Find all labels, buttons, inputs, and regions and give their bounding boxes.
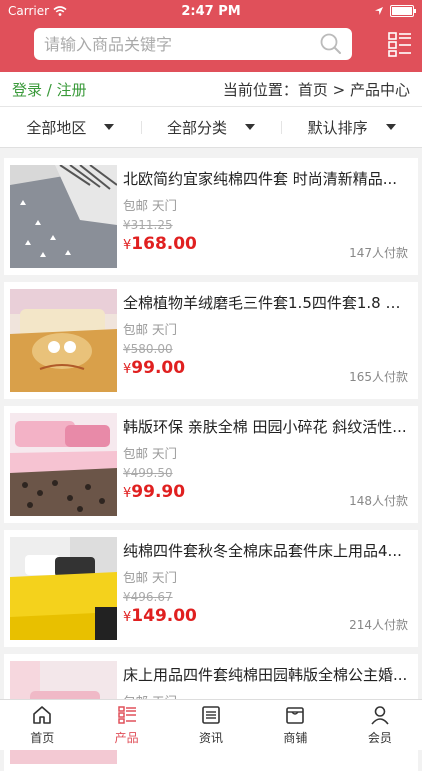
product-title: 床上用品四件套纯棉田园韩版全棉公主婚... xyxy=(123,666,408,684)
tab-products[interactable]: 产品 xyxy=(84,700,168,750)
tab-label: 商铺 xyxy=(283,731,308,745)
battery-icon xyxy=(390,5,416,17)
menu-icon[interactable] xyxy=(388,30,412,58)
product-image xyxy=(10,289,117,392)
carrier-label: Carrier xyxy=(8,4,50,18)
sold-count: 148人付款 xyxy=(349,494,408,508)
tab-label: 产品 xyxy=(114,731,139,745)
product-title: 全棉植物羊绒磨毛三件套1.5四件套1.8 2.0 xyxy=(123,294,408,312)
filter-category[interactable]: 全部分类 xyxy=(140,117,282,138)
tab-news[interactable]: 资讯 xyxy=(169,700,253,750)
price-value: 168.00 xyxy=(131,234,197,254)
current-price: ¥99.90 xyxy=(123,482,185,502)
breadcrumb: 当前位置：首页 > 产品中心 xyxy=(222,80,410,99)
tab-shop[interactable]: 商铺 xyxy=(253,700,337,750)
product-image xyxy=(10,165,117,268)
current-price: ¥149.00 xyxy=(123,606,197,626)
caret-down-icon xyxy=(104,124,115,130)
location-arrow-icon xyxy=(375,7,383,15)
current-price: ¥99.00 xyxy=(123,358,185,378)
current-price: ¥168.00 xyxy=(123,234,197,254)
tab-label: 会员 xyxy=(367,731,392,745)
product-tags: 包邮 天门 xyxy=(123,322,177,337)
filter-sort[interactable]: 默认排序 xyxy=(281,117,422,138)
product-tags: 包邮 天门 xyxy=(123,198,177,213)
product-title: 北欧简约宜家纯棉四件套 时尚清新精品... xyxy=(123,170,398,188)
original-price: ¥496.67 xyxy=(123,590,173,604)
tab-label: 首页 xyxy=(30,731,55,745)
caret-down-icon xyxy=(245,124,256,130)
product-card[interactable]: 全棉植物羊绒磨毛三件套1.5四件套1.8 2.0 包邮 天门 ¥580.00 ¥… xyxy=(4,282,418,399)
product-card[interactable]: 韩版环保 亲肤全棉 田园小碎花 斜纹活性... 包邮 天门 ¥499.50 ¥9… xyxy=(4,406,418,523)
caret-down-icon xyxy=(385,124,396,130)
filter-region[interactable]: 全部地区 xyxy=(0,117,141,138)
original-price: ¥580.00 xyxy=(123,342,173,356)
filter-label: 全部分类 xyxy=(167,118,228,137)
sold-count: 214人付款 xyxy=(349,618,408,632)
price-value: 149.00 xyxy=(131,606,197,626)
breadcrumb-bar: 登录 / 注册 当前位置：首页 > 产品中心 xyxy=(0,72,422,107)
product-image xyxy=(10,537,117,640)
product-card[interactable]: 北欧简约宜家纯棉四件套 时尚清新精品... 包邮 天门 ¥311.25 ¥168… xyxy=(4,158,418,275)
product-icon xyxy=(117,706,136,724)
search-bar[interactable] xyxy=(34,28,352,60)
filter-label: 全部地区 xyxy=(26,118,87,137)
product-list: 北欧简约宜家纯棉四件套 时尚清新精品... 包邮 天门 ¥311.25 ¥168… xyxy=(0,148,422,771)
product-title: 纯棉四件套秋冬全棉床品套件床上用品4... xyxy=(123,542,402,560)
product-tags: 包邮 天门 xyxy=(123,570,177,585)
original-price: ¥311.25 xyxy=(123,218,173,232)
search-icon[interactable] xyxy=(318,31,344,57)
tab-label: 资讯 xyxy=(199,731,224,745)
search-input[interactable] xyxy=(34,28,318,60)
sold-count: 147人付款 xyxy=(349,246,408,260)
status-time: 2:47 PM xyxy=(181,3,241,19)
product-title: 韩版环保 亲肤全棉 田园小碎花 斜纹活性... xyxy=(123,418,407,436)
tab-home[interactable]: 首页 xyxy=(0,700,84,750)
shop-icon xyxy=(286,707,305,724)
product-image xyxy=(10,413,117,516)
header: Carrier 2:47 PM xyxy=(0,0,422,72)
news-icon xyxy=(202,706,220,724)
bottom-tab-bar: 首页 产品 资讯 商铺 会员 xyxy=(0,699,422,750)
price-value: 99.90 xyxy=(131,482,186,502)
product-card[interactable]: 纯棉四件套秋冬全棉床品套件床上用品4... 包邮 天门 ¥496.67 ¥149… xyxy=(4,530,418,647)
filter-label: 默认排序 xyxy=(307,118,368,137)
login-register-link[interactable]: 登录 / 注册 xyxy=(12,79,87,100)
wifi-icon xyxy=(53,6,67,16)
member-icon xyxy=(371,706,389,725)
status-bar: Carrier 2:47 PM xyxy=(0,0,422,22)
sold-count: 165人付款 xyxy=(349,370,408,384)
tab-member[interactable]: 会员 xyxy=(338,700,422,750)
filter-bar: 全部地区 全部分类 默认排序 xyxy=(0,107,422,148)
home-icon xyxy=(33,706,52,724)
original-price: ¥499.50 xyxy=(123,466,173,480)
product-tags: 包邮 天门 xyxy=(123,446,177,461)
price-value: 99.00 xyxy=(131,358,186,378)
